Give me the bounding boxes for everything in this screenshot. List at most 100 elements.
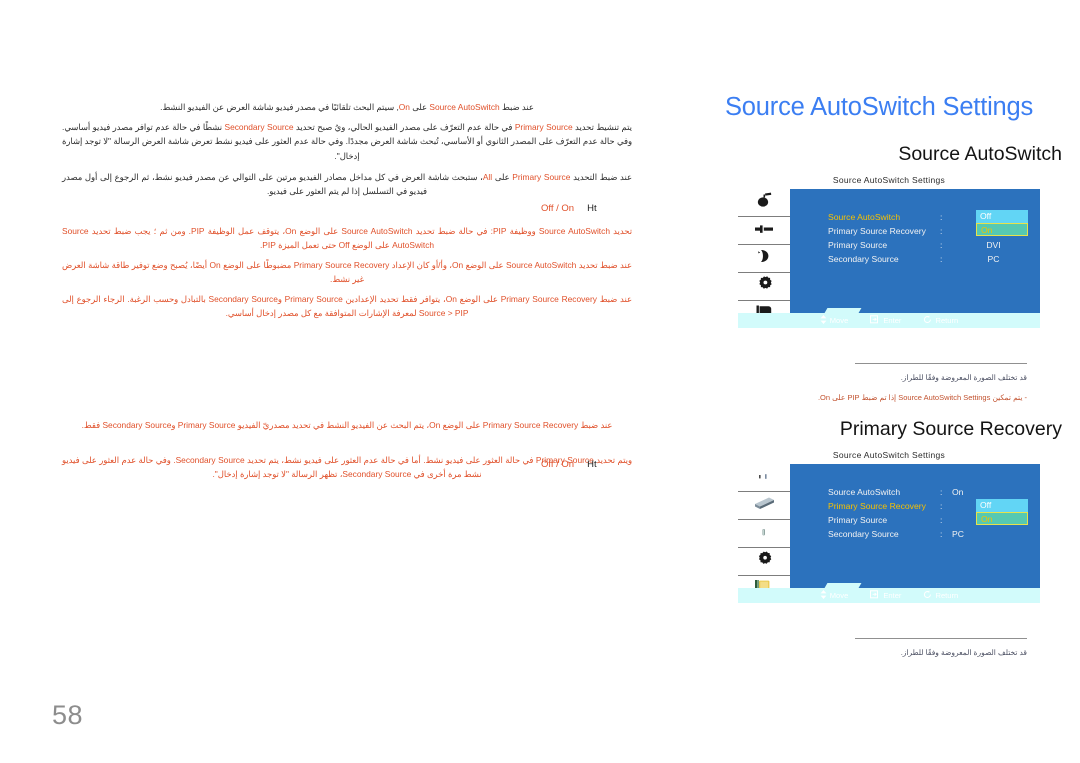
return-icon (923, 315, 932, 326)
osd-value-popup[interactable]: Off On (976, 499, 1028, 525)
osd-option-off[interactable]: Off (976, 210, 1028, 223)
osd-option-on[interactable]: On (976, 223, 1028, 236)
keyword: Source (543, 172, 571, 182)
osd-footer-enter[interactable]: Enter (870, 315, 901, 326)
move-icon (820, 315, 827, 326)
osd-icon-sidebar (738, 189, 790, 328)
osd-footer-move[interactable]: Move (820, 315, 849, 326)
osd-row-value: PC (952, 529, 964, 539)
input-icon (754, 469, 774, 487)
osd-screenshot-source-autoswitch: Source AutoSwitch Settings Source AutoSw… (738, 175, 1040, 343)
osd-screen: Source AutoSwitch : On Primary Source Re… (790, 464, 1040, 603)
picture-icon (752, 495, 776, 516)
osd-row-label: Primary Source (828, 240, 888, 250)
gear-icon (755, 550, 773, 573)
enter-icon (870, 315, 880, 326)
osd-menu-sound[interactable] (738, 217, 790, 245)
osd-menu-system[interactable] (738, 548, 790, 576)
osd-footer-move[interactable]: Move (820, 590, 849, 601)
keyword: On (398, 102, 410, 112)
osd-row-label: Primary Source Recovery (828, 226, 926, 236)
paragraph-1-1: عند ضبط Source AutoSwitch على On, سيتم ا… (160, 102, 534, 112)
osd-footer-label: Move (829, 316, 849, 325)
osd-menu-setup[interactable] (738, 245, 790, 273)
page-number: 58 (52, 700, 84, 730)
osd-caption: Source AutoSwitch Settings (832, 450, 946, 460)
osd-row-secondary-source[interactable]: Secondary Source : PC (828, 527, 1033, 541)
osd-footer-label: Enter (883, 591, 902, 600)
keyword: Primary Source (514, 122, 573, 132)
osd-note-1-1: قد تختلف الصورة المعروضة وفقًا للطراز. (900, 373, 1027, 382)
osd-row-colon: : (940, 515, 943, 525)
right-column: Source AutoSwitch Settings Source AutoSw… (700, 0, 1080, 763)
keyword: Source (429, 102, 456, 112)
osd-footer-enter[interactable]: Enter (870, 590, 901, 601)
osd-body: Source AutoSwitch : On Primary Source Re… (738, 464, 1040, 603)
sound-icon (758, 525, 770, 543)
options-values-3: Off / On (541, 459, 575, 470)
options-line-1: Off / On Ht (541, 203, 597, 214)
setup-icon (755, 248, 773, 269)
sound-icon (753, 222, 775, 240)
paragraph-1-2: يتم تنشيط تحديد Primary Source في حالة ع… (62, 122, 632, 161)
osd-caption: Source AutoSwitch Settings (832, 175, 946, 185)
paragraph-2-1: تحديد Source AutoSwitch ووظيفة PIP: في ح… (62, 226, 633, 251)
options-line-3: Off / On Ht (541, 459, 597, 470)
osd-menu-sound[interactable] (738, 520, 790, 548)
osd-row-colon: : (940, 501, 943, 511)
osd-footer-label: Return (935, 591, 959, 600)
gear-icon (755, 275, 773, 298)
osd-footer-bar: Move Enter Return (738, 588, 1040, 603)
osd-menu-input[interactable] (738, 464, 790, 492)
osd-row-label: Source AutoSwitch (828, 487, 901, 497)
osd-footer-label: Move (829, 591, 849, 600)
return-icon (923, 590, 932, 601)
osd-row-secondary-source[interactable]: Secondary Source : PC (828, 252, 1033, 266)
keyword: Source (546, 122, 573, 132)
osd-footer-return[interactable]: Return (923, 590, 958, 601)
osd-footer-bar: Move Enter Return (738, 313, 1040, 328)
note-divider-2 (855, 638, 1027, 639)
osd-footer-label: Enter (883, 316, 902, 325)
osd-note-1-2: - يتم تمكين Source AutoSwitch Settings إ… (817, 393, 1027, 402)
options-values-1: Off / On (541, 203, 575, 214)
osd-screen: Source AutoSwitch : Primary Source Recov… (790, 189, 1040, 328)
osd-menu-picture[interactable] (738, 492, 790, 520)
paragraph-3-1: عند ضبط Primary Source Recovery على الوض… (81, 420, 613, 430)
osd-menu-system[interactable] (738, 273, 790, 301)
paragraph-1-3: عند ضبط التحديد Primary Source على All، … (62, 172, 632, 197)
enter-icon (870, 590, 880, 601)
section-heading-primary-source-recovery: Primary Source Recovery (839, 418, 1062, 440)
osd-screenshot-primary-source-recovery: Source AutoSwitch Settings Source AutoSw… (738, 450, 1040, 618)
osd-row-label: Primary Source (828, 515, 888, 525)
keyword: Primary Source (512, 172, 571, 182)
paragraph-2-3: عند ضبط Primary Source Recovery على الوض… (62, 294, 632, 319)
osd-note-2-1: قد تختلف الصورة المعروضة وفقًا للطراز. (900, 648, 1027, 657)
osd-option-off[interactable]: Off (976, 499, 1028, 512)
osd-row-colon: : (940, 226, 943, 236)
osd-option-on[interactable]: On (976, 512, 1028, 525)
osd-row-colon: : (940, 240, 943, 250)
osd-value-popup[interactable]: Off On (976, 210, 1028, 236)
osd-row-colon: : (940, 529, 943, 539)
osd-icon-sidebar (738, 464, 790, 603)
section-heading-source-autoswitch: Source AutoSwitch (898, 143, 1062, 165)
osd-row-primary-source[interactable]: Primary Source : DVI (828, 238, 1033, 252)
page-title: Source AutoSwitch Settings (725, 93, 1034, 121)
osd-footer-label: Return (935, 316, 959, 325)
osd-row-value: PC (987, 254, 1000, 264)
options-tail-3: Ht (587, 459, 597, 470)
options-tail-1: Ht (587, 203, 597, 214)
osd-footer-return[interactable]: Return (923, 315, 958, 326)
note-divider-1 (855, 363, 1027, 364)
osd-menu-picture[interactable] (738, 189, 790, 217)
osd-row-label: Source AutoSwitch (828, 212, 901, 222)
keyword: Secondary Source (224, 122, 294, 132)
keyword: Source (266, 122, 294, 132)
paragraph-2-2: عند ضبط تحديد Source AutoSwitch على الوض… (62, 260, 632, 285)
osd-row-colon: : (940, 254, 943, 264)
osd-row-label: Secondary Source (828, 529, 899, 539)
osd-row-source-autoswitch[interactable]: Source AutoSwitch : On (828, 485, 1033, 499)
picture-icon (754, 192, 774, 213)
keyword: Source AutoSwitch (429, 102, 500, 112)
